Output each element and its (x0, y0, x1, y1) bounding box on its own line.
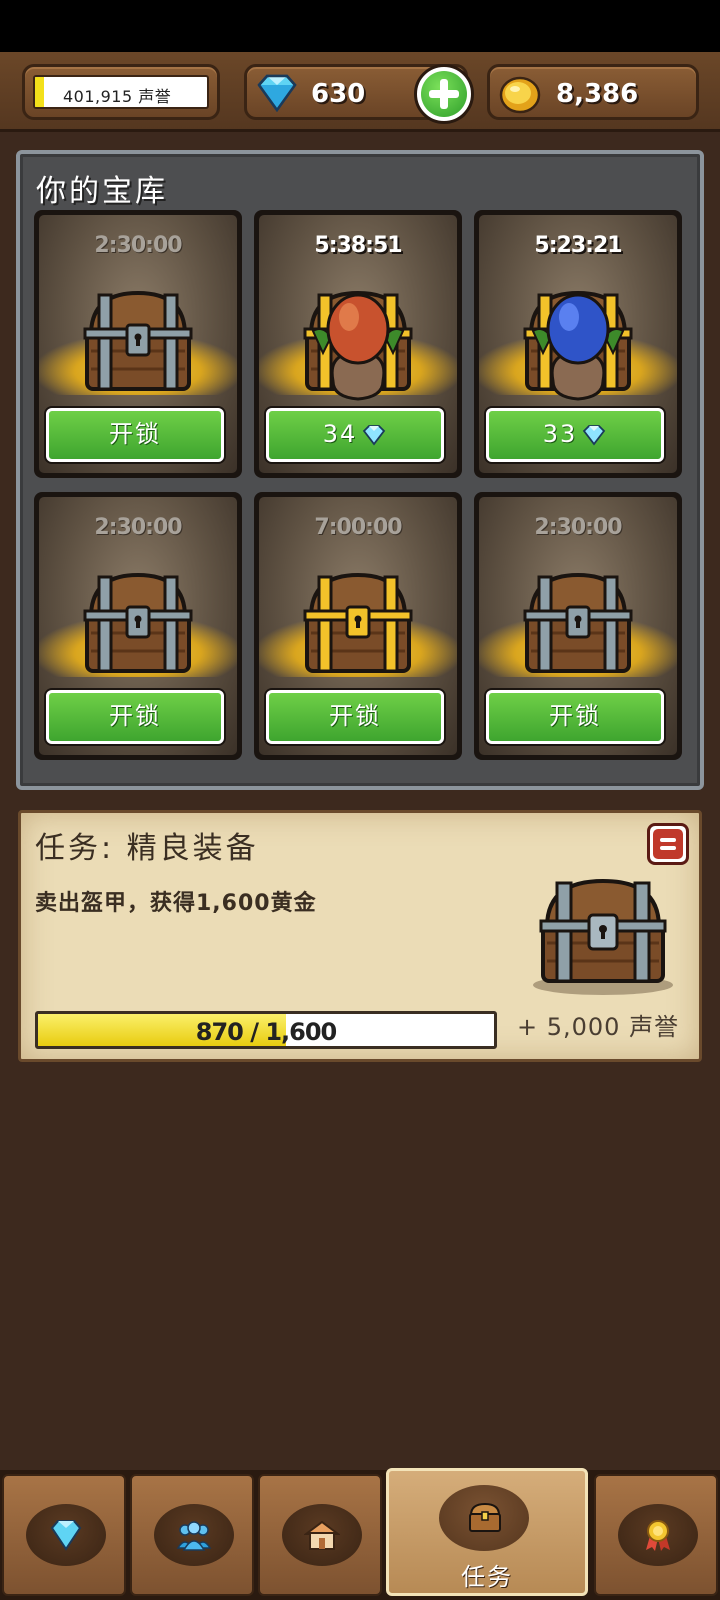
unlock-button[interactable]: 开锁 (486, 690, 664, 744)
chest-slot[interactable]: 2:30:00 开锁 (34, 210, 242, 478)
unlock-button[interactable]: 开锁 (46, 690, 224, 744)
tab-circle (154, 1504, 234, 1566)
chest-timer: 5:38:51 (314, 233, 402, 258)
chest-icon (83, 572, 193, 673)
unlock-button-label: 34 (322, 420, 358, 448)
quest-title: 任务: 精良装备 (35, 831, 259, 866)
chest-icon (303, 572, 413, 673)
coin-icon (499, 76, 541, 114)
reputation-pill[interactable]: 401,915 声誉 (22, 64, 220, 120)
shop-icon (304, 1520, 340, 1550)
gem-icon (363, 425, 386, 446)
tab-guild[interactable] (130, 1474, 254, 1596)
unlock-button[interactable]: 开锁 (46, 408, 224, 462)
quest-description: 卖出盔甲，获得1,600黄金 (35, 891, 317, 916)
tab-quests[interactable]: 任务 (386, 1468, 588, 1596)
quest-progress-text: 870 / 1,600 (195, 1018, 338, 1046)
chest-timer: 7:00:00 (314, 515, 402, 540)
chest-slot[interactable]: 2:30:00 开锁 (34, 492, 242, 760)
bottom-navigation: 任务 (0, 1468, 720, 1600)
reputation-meter: 401,915 声誉 (33, 75, 209, 109)
people-icon (176, 1521, 212, 1551)
swap-icon (653, 829, 683, 859)
gem-icon (257, 74, 297, 113)
chest-timer: 2:30:00 (94, 233, 182, 258)
gem-icon (583, 425, 606, 446)
chest-slot[interactable]: 5:38:51 34 (254, 210, 462, 478)
chest-icon (469, 1502, 501, 1532)
chest-timer: 2:30:00 (534, 515, 622, 540)
tab-circle (439, 1485, 529, 1551)
chest-slot[interactable]: 5:23:21 33 (474, 210, 682, 478)
plus-icon (421, 71, 467, 117)
chest-icon (83, 290, 193, 391)
resource-bar: 401,915 声誉 630 8,386 (0, 52, 720, 132)
tab-circle (282, 1504, 362, 1566)
gem-unlock-button[interactable]: 33 (486, 408, 664, 462)
tab-achievements[interactable] (594, 1474, 718, 1596)
chest-icon (523, 290, 633, 401)
chest-timer: 5:23:21 (534, 233, 622, 258)
unlock-button-label: 开锁 (109, 702, 161, 730)
quest-reward: + 5,000 声誉 (517, 1013, 680, 1041)
quest-progress-bar: 870 / 1,600 (35, 1011, 497, 1049)
quest-panel: 任务: 精良装备 卖出盔甲，获得1,600黄金 870 / 1,600 + 5,… (18, 810, 702, 1062)
reputation-value: 401,915 声誉 (63, 87, 172, 106)
tab-circle (618, 1504, 698, 1566)
chest-timer: 2:30:00 (94, 515, 182, 540)
reputation-fill (35, 77, 44, 107)
gem-unlock-button[interactable]: 34 (266, 408, 444, 462)
treasury-title: 你的宝库 (36, 174, 168, 209)
gem-count: 630 (311, 79, 366, 109)
medal-icon (646, 1520, 670, 1551)
treasury-panel: 你的宝库 2:30:00 开锁 5:38:51 34 5:23:21 33 2:… (16, 150, 704, 790)
gem-icon (50, 1520, 82, 1551)
unlock-button-label: 开锁 (549, 702, 601, 730)
unlock-button[interactable]: 开锁 (266, 690, 444, 744)
chest-slot[interactable]: 2:30:00 开锁 (474, 492, 682, 760)
tab-shop[interactable] (258, 1474, 382, 1596)
gold-pill[interactable]: 8,386 (487, 64, 699, 120)
tab-circle (26, 1504, 106, 1566)
reward-chest-icon (533, 878, 673, 995)
chest-icon (303, 290, 413, 401)
chest-slot[interactable]: 7:00:00 开锁 (254, 492, 462, 760)
add-gems-button[interactable] (414, 64, 474, 124)
gold-count: 8,386 (556, 79, 639, 109)
unlock-button-label: 开锁 (109, 420, 161, 448)
tab-gems[interactable] (2, 1474, 126, 1596)
tab-quests-label: 任务 (461, 1563, 513, 1591)
unlock-button-label: 开锁 (329, 702, 381, 730)
status-bar (0, 0, 720, 52)
quest-list-button[interactable] (647, 823, 689, 865)
unlock-button-label: 33 (542, 420, 578, 448)
chest-icon (523, 572, 633, 673)
